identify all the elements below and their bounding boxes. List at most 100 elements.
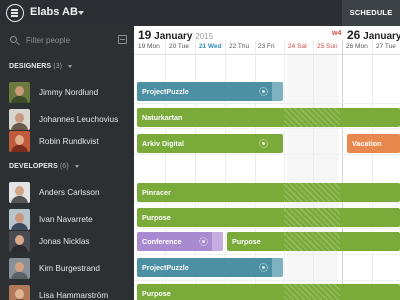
day-label: 22 Thu xyxy=(229,43,250,50)
schedule-tab[interactable]: SCHEDULE xyxy=(342,0,400,26)
booking-bar[interactable]: Conference xyxy=(137,232,223,251)
person-row[interactable]: Jonas Nicklas xyxy=(0,228,134,255)
person-row[interactable]: Kim Burgestrand xyxy=(0,255,134,282)
weekend-hatch xyxy=(284,183,340,202)
gear-icon[interactable] xyxy=(259,87,268,96)
avatar xyxy=(9,209,30,230)
weekend-hatch xyxy=(284,208,340,227)
week-year: 2015 xyxy=(195,32,214,41)
search-icon xyxy=(10,36,17,43)
group-count: (6) xyxy=(59,163,69,170)
chevron-down-icon[interactable] xyxy=(68,64,73,68)
group-header-designers[interactable]: DESIGNERS (3) xyxy=(9,63,73,75)
booking-label: Naturkartan xyxy=(142,113,183,122)
person-row[interactable]: Robin Rundkvist xyxy=(0,128,134,155)
group-count: (3) xyxy=(53,63,63,70)
row-divider xyxy=(134,103,400,104)
collapse-sidebar-icon[interactable] xyxy=(118,35,127,44)
person-name: Ivan Navarrete xyxy=(39,215,93,224)
group-header-developers[interactable]: DEVELOPERS (6) xyxy=(9,163,79,175)
people-sidebar: DESIGNERS (3) Jimmy Nordlund Johannes Le… xyxy=(0,26,134,300)
booking-bar-vacation[interactable]: Vacation xyxy=(347,134,400,153)
week-number: w4 xyxy=(332,30,342,37)
booking-bar[interactable]: Purpose xyxy=(227,232,400,251)
booking-bar[interactable]: ProjectPuzzle xyxy=(137,258,283,277)
person-name: Johannes Leuchovius xyxy=(39,115,119,124)
weekend-hatch xyxy=(284,284,340,300)
booking-label: ProjectPuzzle xyxy=(142,87,189,96)
person-name: Lisa Hammarström xyxy=(39,291,109,300)
header-divider xyxy=(134,54,400,55)
top-bar: Elabs AB SCHEDULE xyxy=(0,0,400,26)
person-name: Anders Carlsson xyxy=(39,188,100,197)
filter-people-input[interactable] xyxy=(26,33,110,47)
row-divider xyxy=(134,254,400,255)
week-title: 19 January 2015 xyxy=(138,28,213,42)
person-row[interactable]: Anders Carlsson xyxy=(0,179,134,206)
gear-icon[interactable] xyxy=(259,263,268,272)
weekend-hatch xyxy=(284,232,340,251)
gear-icon[interactable] xyxy=(199,237,208,246)
avatar xyxy=(9,131,30,152)
week-month: January xyxy=(154,31,193,42)
row-divider xyxy=(134,128,400,129)
schedule-timeline: 19 January 2015 w4 26 January 2015 19 Mo… xyxy=(134,26,400,300)
day-gridline xyxy=(313,40,314,300)
day-label-weekend: 25 Sun xyxy=(317,43,338,50)
chevron-down-icon[interactable] xyxy=(78,11,84,15)
avatar xyxy=(9,285,30,300)
booking-tentative-tail xyxy=(272,82,283,101)
booking-label: Vacation xyxy=(352,139,382,148)
person-name: Jonas Nicklas xyxy=(39,237,90,246)
booking-label: Purpose xyxy=(142,289,171,298)
day-label: 27 Tue xyxy=(376,43,396,50)
booking-tentative-tail xyxy=(212,232,223,251)
day-label-weekend: 24 Sat xyxy=(288,43,307,50)
booking-bar[interactable]: Purpose xyxy=(137,284,400,300)
booking-bar[interactable]: Arkiv Digital xyxy=(137,134,283,153)
row-divider xyxy=(134,280,400,281)
company-name[interactable]: Elabs AB xyxy=(30,6,78,18)
person-row[interactable]: Jimmy Nordlund xyxy=(0,79,134,106)
avatar xyxy=(9,258,30,279)
booking-label: Conference xyxy=(142,237,182,246)
avatar xyxy=(9,109,30,130)
day-gridline xyxy=(372,40,373,300)
gear-icon[interactable] xyxy=(259,139,268,148)
day-label-today: 21 Wed xyxy=(199,43,222,50)
booking-label: ProjectPuzzle xyxy=(142,263,189,272)
person-name: Kim Burgestrand xyxy=(39,264,100,273)
person-row[interactable]: Lisa Hammarström xyxy=(0,282,134,300)
booking-bar[interactable]: Naturkartan xyxy=(137,108,400,127)
booking-label: Purpose xyxy=(142,213,171,222)
avatar xyxy=(9,231,30,252)
group-label: DESIGNERS xyxy=(9,63,52,70)
week-gridline xyxy=(342,40,343,300)
booking-bar[interactable]: Pinracer xyxy=(137,183,400,202)
avatar xyxy=(9,82,30,103)
booking-bar[interactable]: Purpose xyxy=(137,208,400,227)
day-label: 26 Mon xyxy=(346,43,368,50)
day-gridline xyxy=(284,40,285,300)
chevron-down-icon[interactable] xyxy=(74,164,79,168)
weekend-hatch xyxy=(284,108,340,127)
day-label: 20 Tue xyxy=(169,43,189,50)
week-start-day: 26 xyxy=(347,28,361,42)
week-month: January xyxy=(363,31,400,42)
group-label: DEVELOPERS xyxy=(9,163,58,170)
row-divider xyxy=(134,228,400,229)
person-name: Jimmy Nordlund xyxy=(39,88,99,97)
booking-label: Purpose xyxy=(232,237,261,246)
avatar xyxy=(9,182,30,203)
booking-tentative-tail xyxy=(272,258,283,277)
week-title: 26 January 2015 xyxy=(347,28,400,42)
day-label: 23 Fri xyxy=(258,43,275,50)
day-label: 19 Mon xyxy=(138,43,160,50)
row-divider xyxy=(134,202,400,203)
booking-label: Arkiv Digital xyxy=(142,139,184,148)
week-start-day: 19 xyxy=(138,28,152,42)
menu-logo-icon[interactable] xyxy=(6,4,24,22)
person-name: Robin Rundkvist xyxy=(39,137,99,146)
row-divider xyxy=(134,154,400,155)
booking-bar[interactable]: ProjectPuzzle xyxy=(137,82,283,101)
